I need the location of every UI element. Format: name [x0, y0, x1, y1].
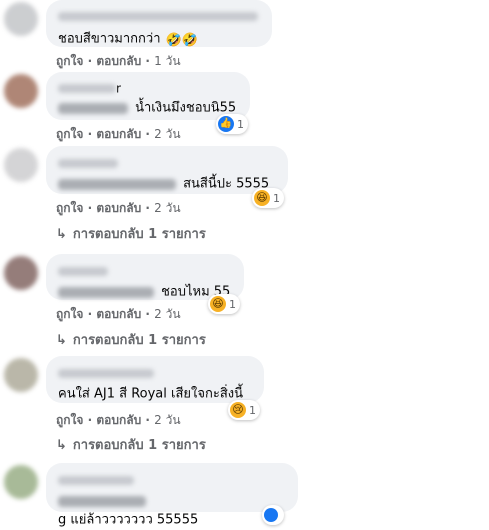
- commenter-name[interactable]: r: [58, 78, 238, 98]
- avatar[interactable]: [4, 74, 38, 108]
- sad-icon: 😢: [230, 402, 246, 418]
- comment-text: คนใส่ AJ1 สี Royal เสียใจกะสิ่งนี้: [58, 386, 243, 402]
- reply-arrow-icon: ↳: [56, 227, 67, 242]
- timestamp[interactable]: 2 วัน: [154, 413, 180, 427]
- comment-text: น้ำเงินมึงชอบนิ55: [135, 100, 237, 115]
- comment-bubble: r น้ำเงินมึงชอบนิ55: [46, 72, 250, 120]
- reply-arrow-icon: ↳: [56, 333, 67, 348]
- like-icon: [264, 508, 278, 522]
- view-replies-link[interactable]: ↳ การตอบกลับ 1 รายการ: [56, 329, 206, 350]
- reaction-count[interactable]: 😆 1: [208, 294, 240, 314]
- avatar[interactable]: [4, 2, 38, 36]
- comment-bubble: g แย่ล้าววววววว 55555: [46, 463, 298, 528]
- timestamp[interactable]: 2 วัน: [154, 307, 180, 321]
- like-link[interactable]: ถูกใจ: [56, 307, 83, 321]
- view-replies-link[interactable]: ↳ การตอบกลับ 1 รายการ: [56, 434, 206, 455]
- avatar[interactable]: [4, 256, 38, 290]
- reply-link[interactable]: ตอบกลับ: [96, 307, 141, 321]
- comment-text: g แย่ล้าววววววว 55555: [58, 512, 199, 528]
- reaction-count[interactable]: 👍 1: [216, 114, 248, 134]
- comment-text: ชอบสีขาวมากกว่า: [58, 31, 161, 47]
- view-replies-link[interactable]: ↳ การตอบกลับ 1 รายการ: [56, 223, 206, 244]
- reply-link[interactable]: ตอบกลับ: [96, 201, 141, 215]
- timestamp[interactable]: 2 วัน: [154, 127, 180, 141]
- avatar[interactable]: [4, 148, 38, 182]
- comment-bubble: ชอบสีขาวมากกว่า 🤣🤣: [46, 0, 272, 48]
- comment-actions: ถูกใจ · ตอบกลับ · 2 วัน: [56, 307, 181, 321]
- commenter-name[interactable]: [58, 6, 260, 25]
- like-link[interactable]: ถูกใจ: [56, 54, 83, 68]
- comment-bubble: ชอบไหม 55: [46, 254, 244, 300]
- comment-bubble: คนใส่ AJ1 สี Royal เสียใจกะสิ่งนี้: [46, 356, 264, 403]
- like-link[interactable]: ถูกใจ: [56, 413, 83, 427]
- comment-actions: ถูกใจ · ตอบกลับ · 1 วัน: [56, 54, 181, 68]
- haha-icon: 😆: [254, 190, 270, 206]
- avatar[interactable]: [4, 358, 38, 392]
- reply-link[interactable]: ตอบกลับ: [96, 413, 141, 427]
- like-link[interactable]: ถูกใจ: [56, 127, 83, 141]
- comment-bubble: สนสีนี้ปะ 5555: [46, 146, 288, 194]
- commenter-name[interactable]: [58, 153, 276, 172]
- commenter-name[interactable]: [58, 363, 252, 382]
- timestamp[interactable]: 1 วัน: [154, 54, 180, 68]
- reaction-count[interactable]: [262, 505, 284, 525]
- comment-actions: ถูกใจ · ตอบกลับ · 2 วัน: [56, 127, 181, 141]
- comment-actions: ถูกใจ · ตอบกลับ · 2 วัน: [56, 413, 181, 427]
- comment-actions: ถูกใจ · ตอบกลับ · 2 วัน: [56, 201, 181, 215]
- reaction-count[interactable]: 😢 1: [228, 400, 260, 420]
- haha-icon: 😆: [210, 296, 226, 312]
- avatar[interactable]: [4, 465, 38, 499]
- like-link[interactable]: ถูกใจ: [56, 201, 83, 215]
- reply-link[interactable]: ตอบกลับ: [96, 54, 141, 68]
- reply-link[interactable]: ตอบกลับ: [96, 127, 141, 141]
- timestamp[interactable]: 2 วัน: [154, 201, 180, 215]
- commenter-name[interactable]: [58, 470, 286, 489]
- reaction-count[interactable]: 😆 1: [252, 188, 284, 208]
- laugh-emoji-icon: 🤣🤣: [165, 33, 198, 48]
- commenter-name[interactable]: [58, 261, 232, 280]
- reply-arrow-icon: ↳: [56, 438, 67, 453]
- like-icon: 👍: [218, 116, 234, 132]
